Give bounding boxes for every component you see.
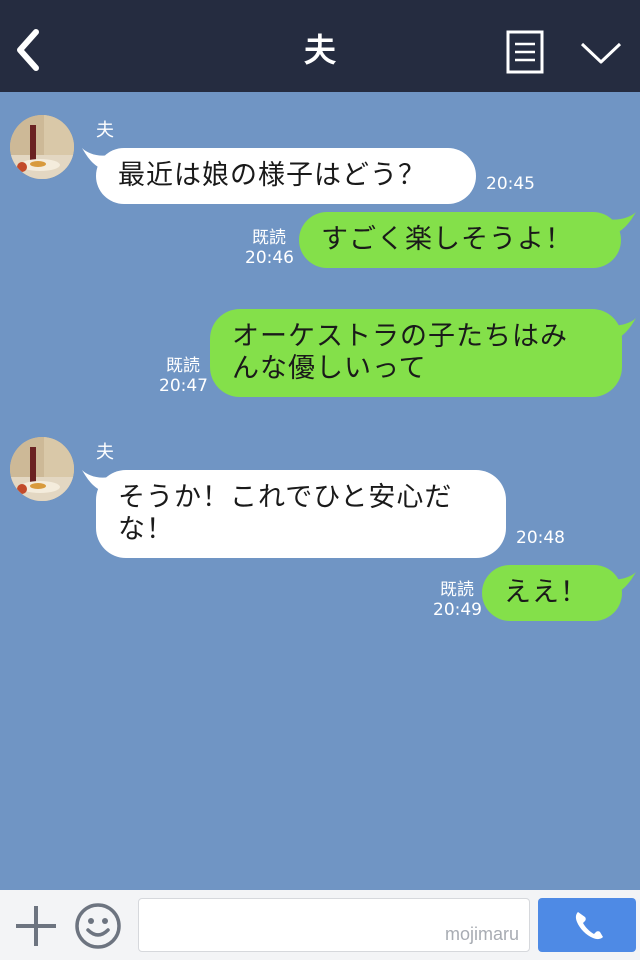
- message-bubble-incoming[interactable]: 最近は娘の様子はどう？: [96, 148, 476, 204]
- sender-name: 夫: [96, 120, 114, 141]
- avatar[interactable]: [10, 115, 74, 179]
- sender-name: 夫: [96, 442, 114, 463]
- message-text: ええ！: [504, 577, 588, 608]
- call-button[interactable]: [538, 898, 636, 952]
- message-bubble-outgoing[interactable]: オーケストラの子たちはみ んな優しいって: [210, 309, 622, 397]
- message-input[interactable]: mojimaru: [138, 898, 530, 952]
- message-bubble-outgoing[interactable]: すごく楽しそうよ！: [299, 212, 621, 268]
- plus-icon: [16, 906, 56, 946]
- add-button[interactable]: [14, 904, 58, 948]
- read-receipt: 既読: [252, 228, 286, 248]
- message-text: すごく楽しそうよ！: [321, 224, 573, 255]
- message-time: 20:45: [486, 174, 535, 194]
- message-text-line: オーケストラの子たちはみ: [232, 321, 568, 352]
- message-bubble-incoming[interactable]: そうか！これでひと安心だ な！: [96, 470, 506, 558]
- message-time: 20:47: [159, 376, 208, 396]
- message-input-bar: mojimaru: [0, 890, 640, 960]
- chat-area[interactable]: 夫 最近は娘の様子はどう？ 20:45 既読 20:46 すごく楽しそうよ！ 既…: [0, 92, 640, 890]
- collapse-button[interactable]: [578, 38, 624, 68]
- list-icon: [506, 30, 544, 74]
- message-text-line: そうか！これでひと安心だ: [118, 482, 453, 513]
- chat-title: 夫: [303, 31, 336, 69]
- menu-button[interactable]: [506, 30, 544, 74]
- chat-header: 夫: [0, 0, 640, 92]
- message-time: 20:49: [433, 600, 482, 620]
- message-text-line: な！: [118, 514, 174, 545]
- watermark: mojimaru: [444, 924, 519, 944]
- smiley-icon: [75, 903, 121, 949]
- avatar-photo: [10, 437, 74, 501]
- message-time: 20:46: [245, 248, 294, 268]
- avatar[interactable]: [10, 437, 74, 501]
- message-text-line: んな優しいって: [232, 353, 427, 384]
- phone-icon: [575, 912, 603, 940]
- chevron-down-icon: [580, 42, 622, 64]
- message-time: 20:48: [516, 528, 565, 548]
- read-receipt: 既読: [440, 580, 474, 600]
- message-bubble-outgoing[interactable]: ええ！: [482, 565, 622, 621]
- read-receipt: 既読: [166, 356, 200, 376]
- avatar-photo: [10, 115, 74, 179]
- message-text: 最近は娘の様子はどう？: [118, 160, 426, 191]
- emoji-button[interactable]: [74, 902, 122, 950]
